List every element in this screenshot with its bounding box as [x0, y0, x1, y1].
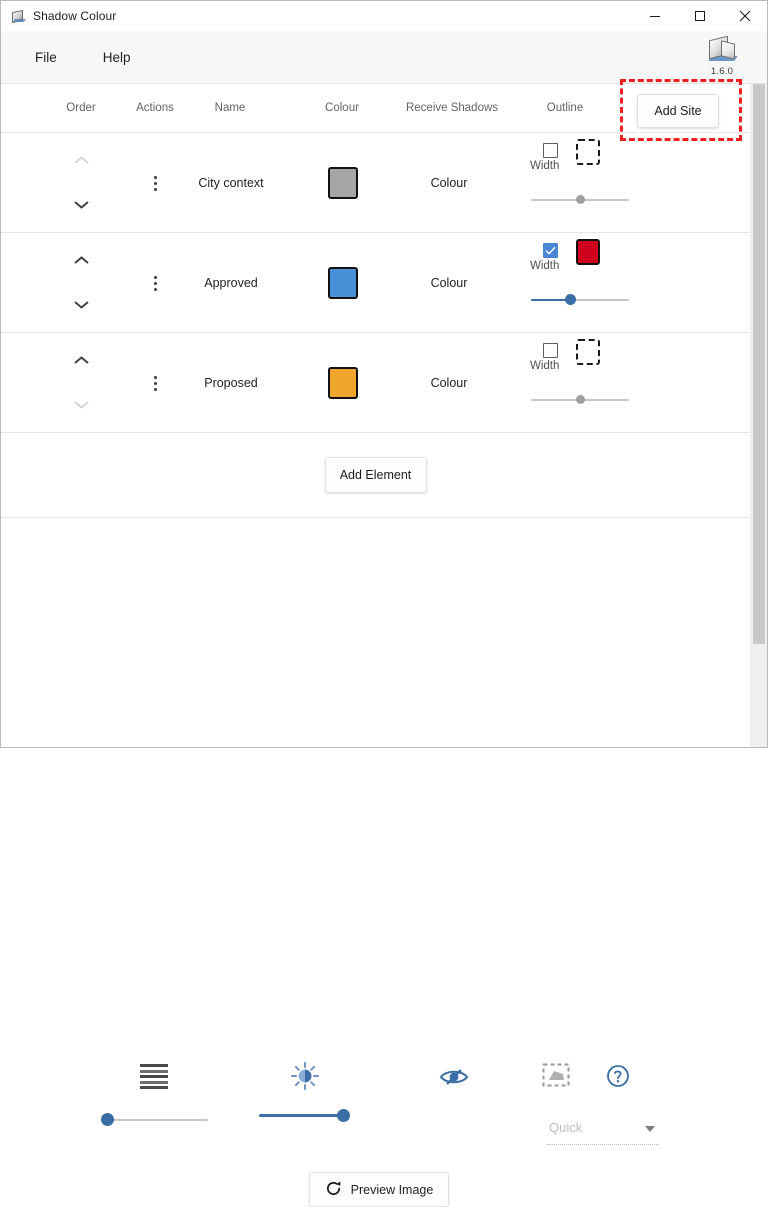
column-outline: Outline: [546, 102, 584, 114]
body-wrapper: Order Actions Name Colour Receive Shadow…: [1, 84, 767, 1207]
quality-dropdown-placeholder: Quick: [549, 1120, 583, 1135]
outline-width-slider[interactable]: [531, 293, 629, 307]
menu-bar: File Help 1.6.0: [1, 31, 767, 84]
receive-shadows-value[interactable]: Colour: [401, 233, 497, 332]
colour-swatch[interactable]: [328, 166, 358, 199]
eye-off-icon[interactable]: [438, 1064, 470, 1090]
move-up-button[interactable]: [63, 247, 99, 273]
outline-colour-swatch[interactable]: [576, 139, 600, 165]
colour-swatch[interactable]: [328, 266, 358, 299]
horizontal-lines-icon[interactable]: [139, 1062, 169, 1090]
add-element-button[interactable]: Add Element: [324, 457, 427, 493]
slider-knob[interactable]: [100, 1113, 114, 1126]
outline-checkbox[interactable]: [543, 343, 558, 358]
column-name: Name: [214, 102, 246, 114]
row-colour-swatch-cell: [311, 133, 375, 232]
column-receive-shadows: Receive Shadows: [405, 102, 499, 114]
table-row: Approved Colour Width: [1, 233, 750, 333]
receive-shadows-value[interactable]: Colour: [401, 333, 497, 432]
width-label: Width: [530, 260, 560, 272]
slider-knob[interactable]: [575, 195, 585, 204]
preview-image-button[interactable]: Preview Image: [309, 1172, 449, 1207]
shadow-cube-icon: [705, 35, 739, 65]
width-label: Width: [530, 360, 560, 372]
slider-knob[interactable]: [575, 395, 585, 404]
row-colour-swatch-cell: [311, 233, 375, 332]
column-actions: Actions: [136, 102, 174, 114]
receive-shadows-value[interactable]: Colour: [401, 133, 497, 232]
row-name-label: Proposed: [204, 375, 258, 390]
selection-region-icon[interactable]: [541, 1062, 571, 1088]
outline-checkbox[interactable]: [543, 143, 558, 158]
outline-controls: Width: [521, 333, 661, 432]
outline-width-slider[interactable]: [531, 393, 629, 407]
row-colour-swatch-cell: [311, 333, 375, 432]
close-icon[interactable]: [722, 1, 767, 31]
menu-help[interactable]: Help: [91, 44, 143, 71]
tools-band: Quick Preview Image: [1, 518, 750, 1207]
window-controls: [632, 1, 767, 31]
app-cube-icon: [10, 8, 26, 24]
sun-icon[interactable]: [289, 1060, 321, 1092]
outline-width-slider[interactable]: [531, 193, 629, 207]
outline-colour-swatch[interactable]: [576, 239, 600, 265]
outline-checkbox[interactable]: [543, 243, 558, 258]
outline-colour-swatch[interactable]: [576, 339, 600, 365]
width-label: Width: [530, 160, 560, 172]
row-actions-menu-icon[interactable]: [141, 169, 169, 197]
add-site-button[interactable]: Add Site: [637, 94, 719, 128]
row-name-label: Approved: [204, 275, 258, 290]
row-actions-menu-icon[interactable]: [141, 369, 169, 397]
row-name-label: City context: [198, 175, 264, 190]
scrollbar-thumb[interactable]: [753, 84, 765, 644]
refresh-icon: [325, 1180, 342, 1200]
menu-file[interactable]: File: [23, 44, 69, 71]
outline-controls: Width: [521, 233, 661, 332]
chevron-down-icon: [645, 1126, 655, 1132]
table-row: City context Colour Width: [1, 133, 750, 233]
sun-brightness-slider[interactable]: [259, 1109, 351, 1123]
app-version-badge: 1.6.0: [699, 35, 745, 77]
vertical-scrollbar[interactable]: [750, 84, 767, 747]
quality-dropdown[interactable]: Quick: [547, 1116, 659, 1145]
outline-controls: Width: [521, 133, 661, 232]
add-element-band: Add Element: [1, 433, 750, 518]
column-colour: Colour: [325, 102, 359, 114]
table-row: Proposed Colour Width: [1, 333, 750, 433]
move-up-button[interactable]: [63, 347, 99, 373]
minimize-icon[interactable]: [632, 1, 677, 31]
slider-knob[interactable]: [337, 1109, 351, 1122]
move-down-button[interactable]: [63, 391, 99, 417]
window-title: Shadow Colour: [33, 9, 117, 23]
colour-swatch[interactable]: [328, 366, 358, 399]
row-actions-menu-icon[interactable]: [141, 269, 169, 297]
move-down-button[interactable]: [63, 191, 99, 217]
column-order: Order: [66, 102, 96, 114]
move-up-button[interactable]: [63, 147, 99, 173]
move-down-button[interactable]: [63, 291, 99, 317]
maximize-icon[interactable]: [677, 1, 722, 31]
app-window: Shadow Colour File Help 1.6.0 Order Acti…: [0, 0, 768, 1207]
main-content: Order Actions Name Colour Receive Shadow…: [1, 84, 750, 1207]
preview-image-label: Preview Image: [350, 1182, 434, 1197]
app-version-label: 1.6.0: [710, 66, 734, 77]
shadow-density-slider[interactable]: [100, 1113, 208, 1127]
title-bar: Shadow Colour: [1, 1, 767, 31]
slider-knob[interactable]: [564, 294, 576, 305]
help-circle-icon[interactable]: [605, 1063, 631, 1089]
